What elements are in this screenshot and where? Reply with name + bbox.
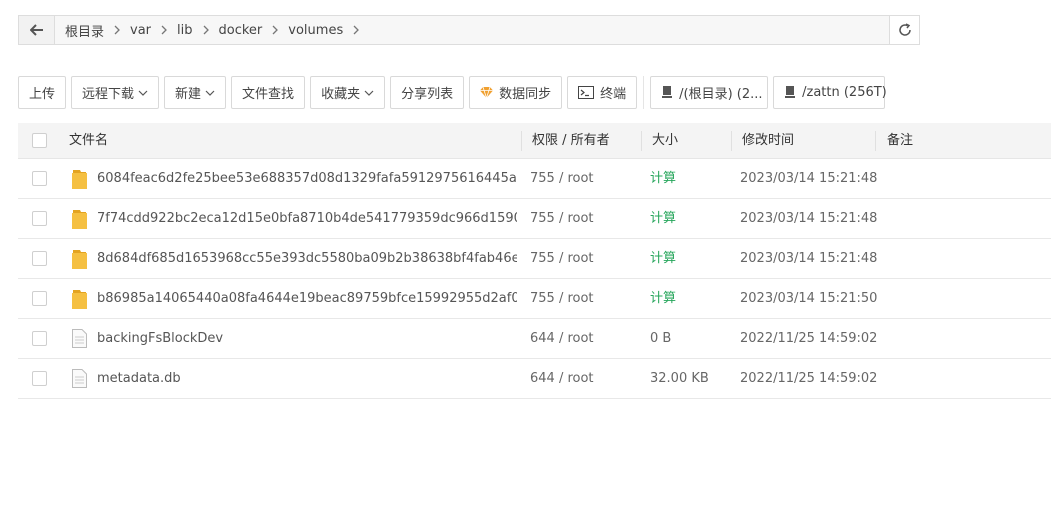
table-row[interactable]: metadata.db 644 / root 32.00 KB 2022/11/25 … (18, 359, 1051, 399)
column-divider (875, 131, 876, 151)
file-name[interactable]: metadata.db (97, 359, 517, 399)
disk-zattn-label: /zattn (256T) (802, 85, 887, 100)
table-row[interactable]: 7f74cdd922bc2eca12d15e0bfa8710b4de541779… (18, 199, 1051, 239)
refresh-icon (898, 23, 911, 36)
file-permission[interactable]: 755 / root (530, 279, 594, 319)
row-checkbox[interactable] (32, 211, 47, 226)
calculate-size-link[interactable]: 计算 (650, 239, 676, 279)
table-row[interactable]: 6084feac6d2fe25bee53e688357d08d1329fafa5… (18, 159, 1051, 199)
file-icon (72, 369, 87, 392)
data-sync-button[interactable]: 数据同步 (469, 76, 563, 109)
table-row[interactable]: backingFsBlockDev 644 / root 0 B 2022/11/25… (18, 319, 1051, 359)
chevron-right-icon (201, 25, 211, 35)
file-mtime: 2023/03/14 15:21:48 (740, 171, 878, 186)
chevron-right-icon (270, 25, 280, 35)
upload-button[interactable]: 上传 (18, 76, 67, 109)
chevron-right-icon (159, 25, 169, 35)
file-name[interactable]: b86985a14065440a08fa4644e19beac89759bfce… (97, 279, 517, 319)
column-divider (731, 131, 732, 151)
share-list-label: 分享列表 (401, 87, 454, 102)
file-permission[interactable]: 644 / root (530, 359, 594, 399)
row-checkbox[interactable] (32, 171, 47, 186)
toolbar-divider (643, 76, 645, 109)
file-mtime: 2023/03/14 15:21:50 (740, 291, 878, 306)
column-divider (521, 131, 522, 151)
header-mtime[interactable]: 修改时间 (742, 123, 794, 159)
header-size[interactable]: 大小 (652, 123, 678, 159)
back-button[interactable] (19, 16, 55, 44)
file-mtime: 2023/03/14 15:21:48 (740, 211, 878, 226)
remote-download-button[interactable]: 远程下载 (71, 76, 160, 109)
folder-icon (71, 209, 88, 234)
upload-label: 上传 (29, 87, 56, 102)
remote-download-label: 远程下载 (82, 87, 135, 102)
column-divider (641, 131, 642, 151)
file-permission[interactable]: 755 / root (530, 239, 594, 279)
share-list-button[interactable]: 分享列表 (390, 76, 465, 109)
file-permission[interactable]: 755 / root (530, 159, 594, 199)
calculate-size-link[interactable]: 计算 (650, 159, 676, 199)
favorites-label: 收藏夹 (321, 87, 361, 102)
refresh-button[interactable] (889, 16, 919, 44)
path-bar: 根目录 var lib docker volumes (18, 15, 920, 45)
file-permission[interactable]: 644 / root (530, 319, 594, 359)
row-checkbox[interactable] (32, 251, 47, 266)
file-icon (72, 329, 87, 352)
disk-root-label: /(根目录) (2... (679, 87, 763, 102)
file-size: 0 B (650, 331, 672, 346)
crumb-lib[interactable]: lib (173, 23, 196, 38)
crumb-docker[interactable]: docker (215, 23, 267, 38)
folder-icon (71, 289, 88, 314)
calculate-size-link[interactable]: 计算 (650, 279, 676, 319)
file-search-button[interactable]: 文件查找 (231, 76, 306, 109)
file-name[interactable]: 8d684df685d1653968cc55e393dc5580ba09b2b3… (97, 239, 517, 279)
favorites-button[interactable]: 收藏夹 (310, 76, 386, 109)
file-mtime: 2023/03/14 15:21:48 (740, 251, 878, 266)
table-header: 文件名 权限 / 所有者 大小 修改时间 备注 (18, 123, 1051, 159)
file-permission[interactable]: 755 / root (530, 199, 594, 239)
chevron-down-icon (205, 90, 215, 96)
crumb-root[interactable]: 根目录 (61, 21, 108, 40)
table-row[interactable]: 8d684df685d1653968cc55e393dc5580ba09b2b3… (18, 239, 1051, 279)
file-name[interactable]: 6084feac6d2fe25bee53e688357d08d1329fafa5… (97, 159, 517, 199)
terminal-button[interactable]: 终端 (567, 76, 638, 109)
crumb-var[interactable]: var (126, 23, 155, 38)
breadcrumb: 根目录 var lib docker volumes (55, 16, 889, 44)
folder-icon (71, 169, 88, 194)
arrow-left-icon (29, 24, 43, 36)
disk-root-button[interactable]: /(根目录) (2... (650, 76, 769, 109)
row-checkbox[interactable] (32, 291, 47, 306)
header-note: 备注 (887, 133, 914, 148)
terminal-icon (578, 86, 595, 99)
table-row[interactable]: b86985a14065440a08fa4644e19beac89759bfce… (18, 279, 1051, 319)
chevron-down-icon (364, 90, 374, 96)
toolbar: 上传 远程下载 新建 文件查找 收藏夹 分享列表 数据同步 终端 /(根目录) … (18, 76, 890, 109)
file-search-label: 文件查找 (242, 87, 295, 102)
header-perm[interactable]: 权限 / 所有者 (532, 123, 610, 159)
row-checkbox[interactable] (32, 331, 47, 346)
disk-icon (661, 86, 673, 99)
file-mtime: 2022/11/25 14:59:02 (740, 331, 878, 346)
gem-icon (480, 87, 494, 98)
header-name[interactable]: 文件名 (69, 123, 108, 159)
disk-icon (784, 86, 796, 99)
file-name[interactable]: backingFsBlockDev (97, 319, 517, 359)
calculate-size-link[interactable]: 计算 (650, 199, 676, 239)
file-name[interactable]: 7f74cdd922bc2eca12d15e0bfa8710b4de541779… (97, 199, 517, 239)
row-checkbox[interactable] (32, 371, 47, 386)
data-sync-label: 数据同步 (499, 87, 552, 102)
new-button[interactable]: 新建 (164, 76, 227, 109)
disk-zattn-button[interactable]: /zattn (256T) (773, 76, 887, 109)
crumb-volumes[interactable]: volumes (284, 23, 347, 38)
file-size: 32.00 KB (650, 371, 709, 386)
chevron-right-icon (112, 25, 122, 35)
select-all-checkbox[interactable] (32, 133, 47, 148)
chevron-down-icon (138, 90, 148, 96)
file-mtime: 2022/11/25 14:59:02 (740, 371, 878, 386)
chevron-right-icon[interactable] (351, 25, 361, 35)
folder-icon (71, 249, 88, 274)
new-label: 新建 (175, 87, 202, 102)
terminal-label: 终端 (600, 87, 627, 102)
